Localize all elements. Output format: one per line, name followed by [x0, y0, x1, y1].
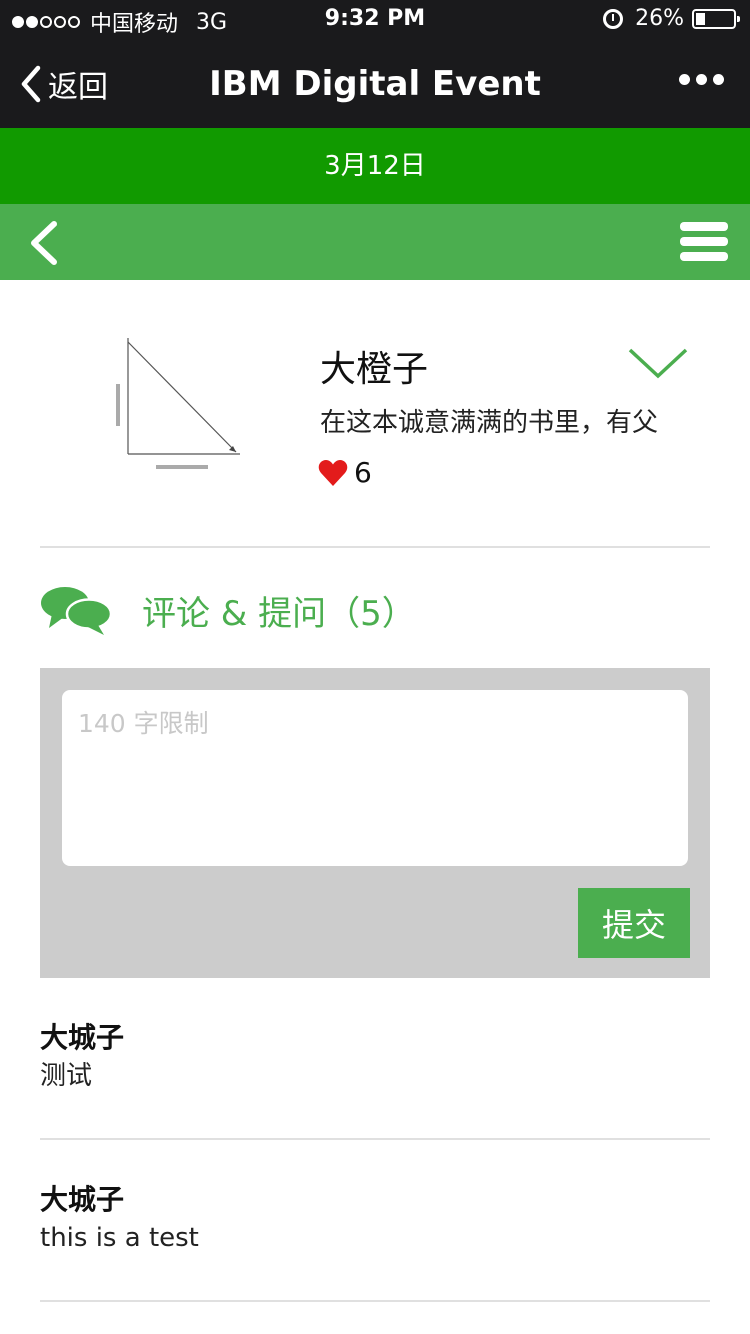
event-title: 大橙子: [320, 349, 429, 390]
status-bar: 中国移动 3G 9:32 PM 26%: [0, 0, 750, 40]
more-dot-icon: [679, 74, 690, 85]
comment-input[interactable]: [62, 690, 688, 866]
comment-text: 测试: [40, 1061, 93, 1091]
divider: [40, 546, 710, 548]
chevron-left-icon: [31, 221, 57, 265]
heart-icon: [318, 459, 348, 486]
comment-text: this is a test: [40, 1223, 199, 1253]
submit-button[interactable]: 提交: [578, 888, 690, 958]
chart-thumbnail-image: [116, 338, 240, 469]
comment-author: 大城子: [40, 1021, 125, 1054]
like-button[interactable]: 6: [318, 456, 372, 489]
nav-bar: 返回 IBM Digital Event: [0, 40, 750, 128]
comment-item: 大城子 测试: [40, 1020, 710, 1096]
hamburger-line-icon: [680, 222, 728, 231]
more-dot-icon: [713, 74, 724, 85]
hamburger-line-icon: [680, 237, 728, 246]
divider: [40, 1300, 710, 1302]
comment-item: 大城子 this is a test: [40, 1182, 710, 1258]
event-thumbnail[interactable]: [112, 332, 244, 476]
expand-toggle[interactable]: [626, 346, 690, 384]
date-label: 3月12日: [324, 151, 426, 181]
comment-author: 大城子: [40, 1183, 125, 1216]
battery-icon: [692, 8, 740, 29]
comments-section-title: 评论 & 提问（5）: [142, 594, 416, 634]
hamburger-line-icon: [680, 252, 728, 261]
toolbar-back-button[interactable]: [28, 220, 62, 270]
event-description: 在这本诚意满满的书里，有父: [320, 408, 659, 438]
chevron-down-icon: [628, 348, 688, 379]
date-bar: 3月12日: [0, 128, 750, 204]
status-right: 26%: [603, 6, 740, 31]
battery-percent: 26%: [635, 6, 684, 31]
divider: [40, 1138, 710, 1140]
alarm-icon: [603, 8, 624, 29]
comments-icon: [40, 584, 113, 640]
like-count: 6: [354, 456, 372, 489]
battery-fill: [696, 12, 706, 25]
more-dot-icon: [696, 74, 707, 85]
menu-button[interactable]: [680, 222, 728, 267]
comment-form: 提交: [40, 668, 710, 978]
page-title: IBM Digital Event: [209, 64, 541, 104]
toolbar: [0, 204, 750, 280]
more-options-button[interactable]: [673, 74, 724, 85]
